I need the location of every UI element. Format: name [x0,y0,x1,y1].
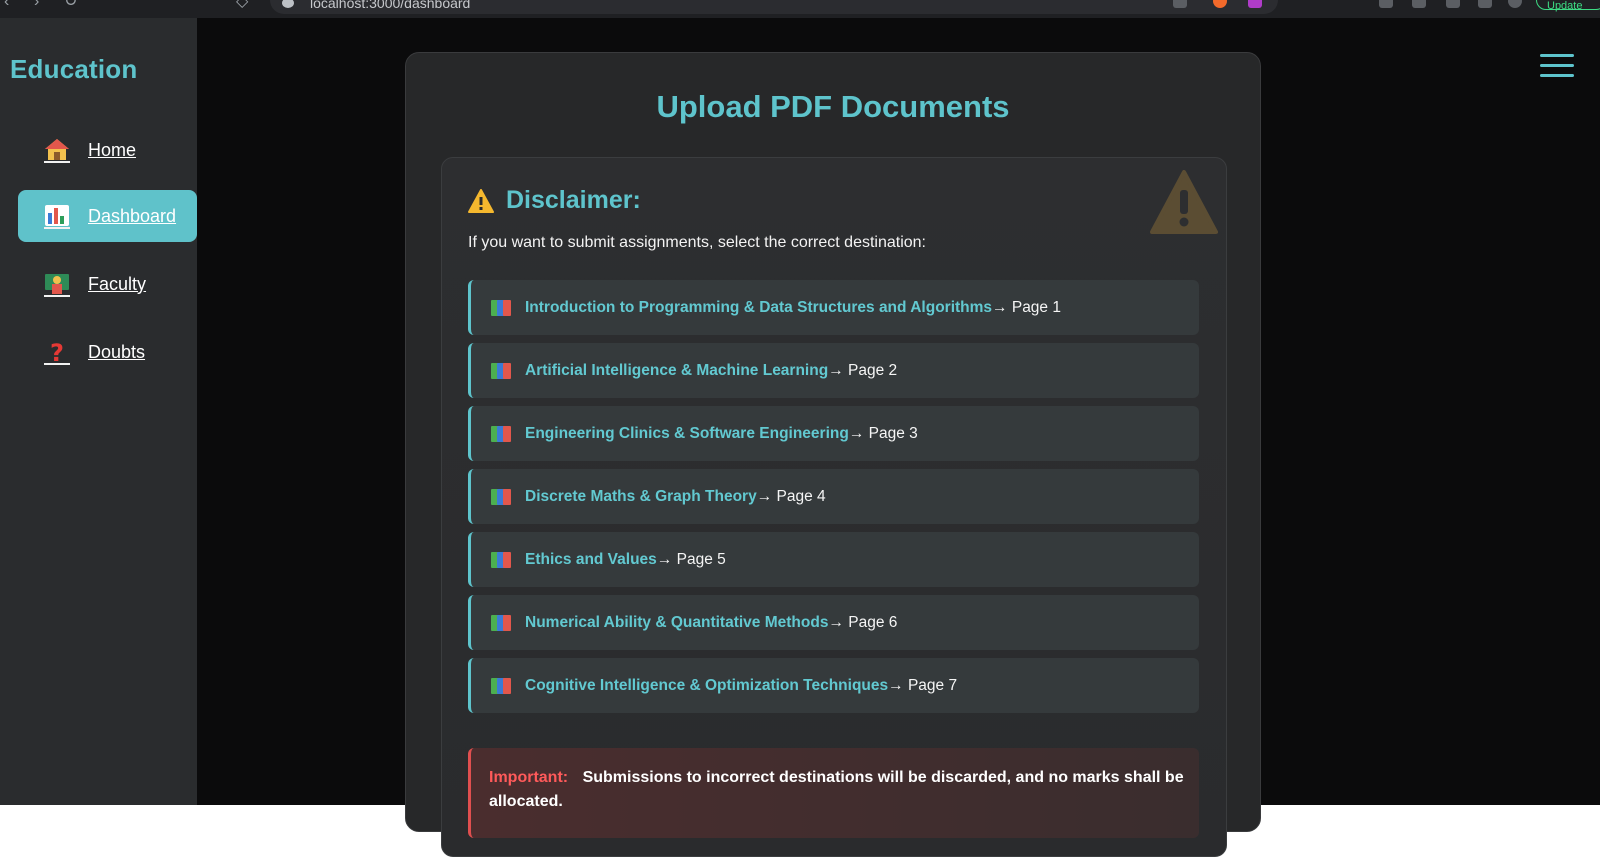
app-root: Education Home Dashboard Faculty ? Doubt… [0,18,1600,857]
course-name: Discrete Maths & Graph Theory [525,487,757,505]
extension-icon[interactable] [1173,0,1187,8]
teacher-icon [44,271,70,297]
wallet-icon[interactable] [1478,0,1492,8]
course-name: Artificial Intelligence & Machine Learni… [525,361,829,379]
important-label: Important: [489,769,569,786]
sidebar-item-label: Doubts [88,341,146,362]
sidebar-item-faculty[interactable]: Faculty [18,258,197,310]
disclaimer-panel: Disclaimer: If you want to submit assign… [441,157,1227,857]
sidebar-item-dashboard[interactable]: Dashboard [18,190,197,242]
disclaimer-text: If you want to submit assignments, selec… [468,234,926,251]
bookmark-icon[interactable]: ◇ [236,0,248,10]
course-page: → Page 4 [756,487,826,505]
sidebar-item-home[interactable]: Home [18,124,197,176]
books-icon [491,677,511,694]
page-title: Upload PDF Documents [656,89,1010,124]
important-notice: Important: Submissions to incorrect dest… [468,748,1199,838]
brand-title: Education [10,54,138,84]
sidebar: Education Home Dashboard Faculty ? Doubt… [0,18,197,805]
sidebar-item-label: Home [88,139,137,160]
browser-toolbar: ‹ › ↻ ◇ localhost:3000/dashboard Update [0,0,1600,18]
course-page: → Page 2 [828,361,898,379]
vpn-icon[interactable] [1508,0,1522,8]
course-destination-5[interactable]: Ethics and Values → Page 5 [468,532,1199,587]
books-icon [491,488,511,505]
sidebar-item-doubts[interactable]: ? Doubts [18,326,197,378]
course-name: Numerical Ability & Quantitative Methods [525,613,829,631]
course-destination-7[interactable]: Cognitive Intelligence & Optimization Te… [468,658,1199,713]
upload-card: Upload PDF Documents Disclaimer: If you … [405,52,1261,857]
course-page: → Page 1 [992,298,1061,316]
rewards-icon[interactable] [1248,0,1262,8]
books-icon [491,551,511,568]
course-page: → Page 5 [656,550,726,568]
course-name: Ethics and Values [525,550,657,568]
hamburger-menu-icon[interactable] [1540,54,1576,80]
books-icon [491,362,511,379]
extensions-puzzle-icon[interactable] [1379,0,1393,8]
back-arrow-icon[interactable]: ‹ [4,0,9,10]
course-name: Engineering Clinics & Software Engineeri… [525,424,849,442]
course-page: → Page 3 [848,424,918,442]
course-page: → Page 7 [888,676,958,694]
course-destination-1[interactable]: Introduction to Programming & Data Struc… [468,280,1199,335]
site-info-icon[interactable] [282,0,294,8]
reload-icon[interactable]: ↻ [64,0,77,10]
forward-arrow-icon[interactable]: › [34,0,39,10]
warning-icon [468,188,494,213]
sidebar-item-label: Dashboard [88,205,177,226]
downloads-icon[interactable] [1446,0,1460,8]
address-bar[interactable]: localhost:3000/dashboard [270,0,1278,14]
disclaimer-title: Disclaimer: [506,186,641,214]
course-destination-3[interactable]: Engineering Clinics & Software Engineeri… [468,406,1199,461]
update-button[interactable]: Update [1536,0,1600,12]
course-name: Introduction to Programming & Data Struc… [525,298,993,316]
course-destination-6[interactable]: Numerical Ability & Quantitative Methods… [468,595,1199,650]
books-icon [491,299,511,316]
address-bar-url: localhost:3000/dashboard [310,0,471,11]
course-name: Cognitive Intelligence & Optimization Te… [525,676,889,694]
sidebar-item-label: Faculty [88,273,147,294]
course-destination-2[interactable]: Artificial Intelligence & Machine Learni… [468,343,1199,398]
course-page: → Page 6 [828,613,898,631]
course-destination-4[interactable]: Discrete Maths & Graph Theory → Page 4 [468,469,1199,524]
warning-watermark-icon [1150,170,1218,236]
bar-chart-icon [44,203,70,229]
books-icon [491,614,511,631]
important-text: Submissions to incorrect destinations wi… [489,769,1184,810]
sidebar-toggle-icon[interactable] [1412,0,1426,8]
question-mark-icon: ? [44,339,70,367]
books-icon [491,425,511,442]
house-icon [44,137,70,163]
svg-text:?: ? [50,339,64,363]
disclaimer-heading: Disclaimer: [468,186,641,215]
